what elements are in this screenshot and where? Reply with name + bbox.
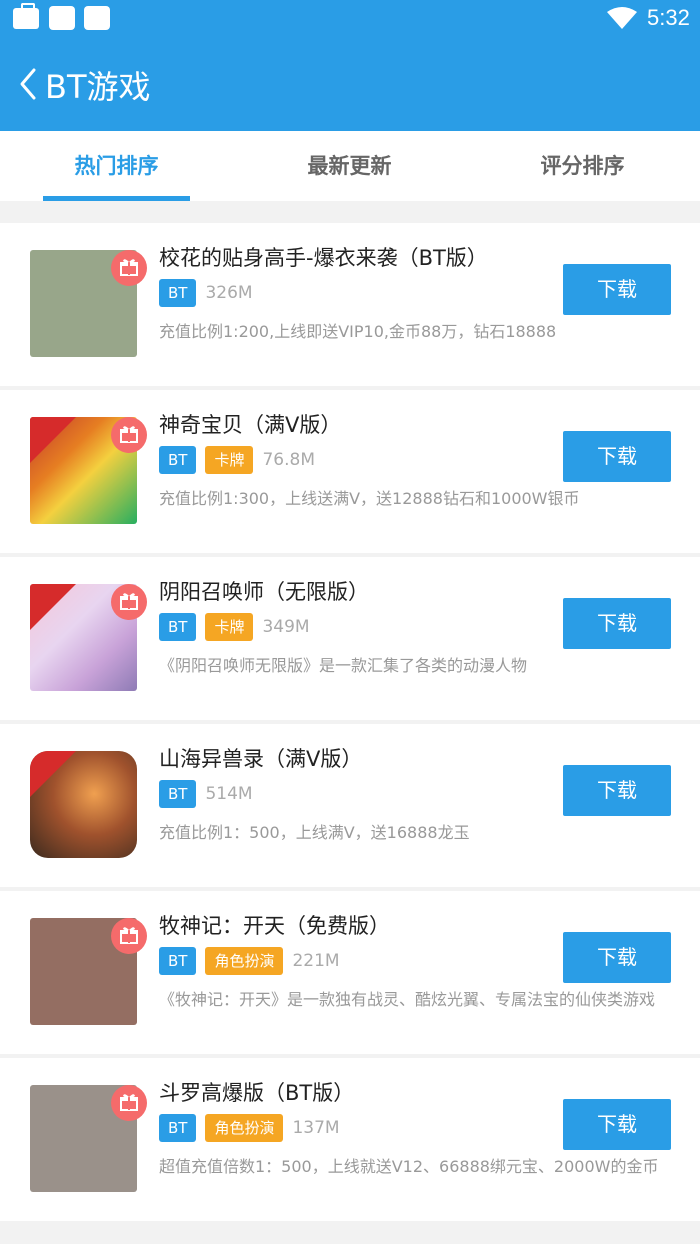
bt-tag: BT (159, 613, 197, 641)
list-item[interactable]: 阴阳召唤师（无限版） BT 卡牌 349M 《阴阳召唤师无限版》是一款汇集了各类… (0, 557, 700, 720)
tab-latest-update[interactable]: 最新更新 (233, 131, 466, 201)
game-description: 充值比例1:300，上线送满V，送12888钻石和1000W银币 (159, 489, 580, 508)
game-description: 《阴阳召唤师无限版》是一款汇集了各类的动漫人物 (159, 656, 528, 675)
tab-rating-sort[interactable]: 评分排序 (466, 131, 699, 201)
notification-icon (84, 6, 110, 30)
list-item[interactable]: 斗罗高爆版（BT版） BT 角色扮演 137M 超值充值倍数1：500，上线就送… (0, 1058, 700, 1221)
bt-tag: BT (159, 947, 197, 975)
game-description: 充值比例1:200,上线即送VIP10,金币88万，钻石18888 (159, 322, 557, 341)
game-tags: BT 卡牌 349M (159, 613, 310, 641)
game-tags: BT 角色扮演 137M (159, 1114, 340, 1142)
gift-icon (111, 918, 147, 954)
status-bar: 5:32 (0, 0, 700, 36)
download-button[interactable]: 下载 (563, 431, 671, 482)
category-tag: 角色扮演 (205, 1114, 284, 1142)
game-size: 137M (292, 1118, 340, 1138)
category-tag: 角色扮演 (205, 947, 284, 975)
bt-tag: BT (159, 446, 197, 474)
game-name[interactable]: 校花的贴身高手-爆衣来袭（BT版） (159, 242, 488, 272)
download-button[interactable]: 下载 (563, 932, 671, 983)
game-description: 充值比例1：500，上线满V，送16888龙玉 (159, 823, 470, 842)
bt-tag: BT (159, 279, 197, 307)
game-name[interactable]: 牧神记：开天（免费版） (159, 910, 390, 940)
gift-icon (111, 1085, 147, 1121)
list-item[interactable]: 山海异兽录（满V版） BT 514M 充值比例1：500，上线满V，送16888… (0, 724, 700, 887)
icon-badge (30, 584, 76, 630)
game-description: 《牧神记：开天》是一款独有战灵、酷炫光翼、专属法宝的仙侠类游戏 (159, 990, 656, 1009)
bt-tag: BT (159, 1114, 197, 1142)
game-name[interactable]: 阴阳召唤师（无限版） (159, 576, 369, 606)
game-tags: BT 514M (159, 780, 253, 808)
wifi-icon (607, 7, 637, 29)
list-item[interactable]: 牧神记：开天（免费版） BT 角色扮演 221M 《牧神记：开天》是一款独有战灵… (0, 891, 700, 1054)
gift-icon (111, 250, 147, 286)
notification-icon (49, 6, 75, 30)
download-button[interactable]: 下载 (563, 765, 671, 816)
bt-tag: BT (159, 780, 197, 808)
game-size: 221M (292, 951, 340, 971)
game-size: 514M (205, 784, 253, 804)
game-size: 349M (262, 617, 310, 637)
tab-indicator (43, 196, 190, 201)
gift-icon (111, 417, 147, 453)
game-tags: BT 326M (159, 279, 253, 307)
list-item[interactable]: 校花的贴身高手-爆衣来袭（BT版） BT 326M 充值比例1:200,上线即送… (0, 223, 700, 386)
download-button[interactable]: 下载 (563, 598, 671, 649)
game-description: 超值充值倍数1：500，上线就送V12、66888绑元宝、2000W的金币 (159, 1157, 659, 1176)
app-bar: BT游戏 (0, 36, 700, 131)
back-arrow-icon[interactable] (16, 66, 46, 102)
gift-icon (111, 584, 147, 620)
icon-badge (30, 417, 76, 463)
tab-bar: 热门排序 最新更新 评分排序 (0, 131, 700, 201)
game-list: 校花的贴身高手-爆衣来袭（BT版） BT 326M 充值比例1:200,上线即送… (0, 223, 700, 1225)
game-icon[interactable] (30, 751, 137, 858)
category-tag: 卡牌 (205, 613, 254, 641)
list-item[interactable]: 神奇宝贝（满V版） BT 卡牌 76.8M 充值比例1:300，上线送满V，送1… (0, 390, 700, 553)
icon-badge (30, 751, 76, 797)
game-size: 76.8M (262, 450, 315, 470)
category-tag: 卡牌 (205, 446, 254, 474)
game-name[interactable]: 斗罗高爆版（BT版） (159, 1077, 354, 1107)
game-tags: BT 卡牌 76.8M (159, 446, 315, 474)
game-name[interactable]: 神奇宝贝（满V版） (159, 409, 341, 439)
status-time: 5:32 (647, 5, 690, 30)
download-button[interactable]: 下载 (563, 264, 671, 315)
tab-hot-sort[interactable]: 热门排序 (0, 131, 233, 201)
download-button[interactable]: 下载 (563, 1099, 671, 1150)
game-name[interactable]: 山海异兽录（满V版） (159, 743, 362, 773)
page-title: BT游戏 (45, 68, 151, 106)
briefcase-icon (13, 3, 39, 29)
game-tags: BT 角色扮演 221M (159, 947, 340, 975)
game-size: 326M (205, 283, 253, 303)
